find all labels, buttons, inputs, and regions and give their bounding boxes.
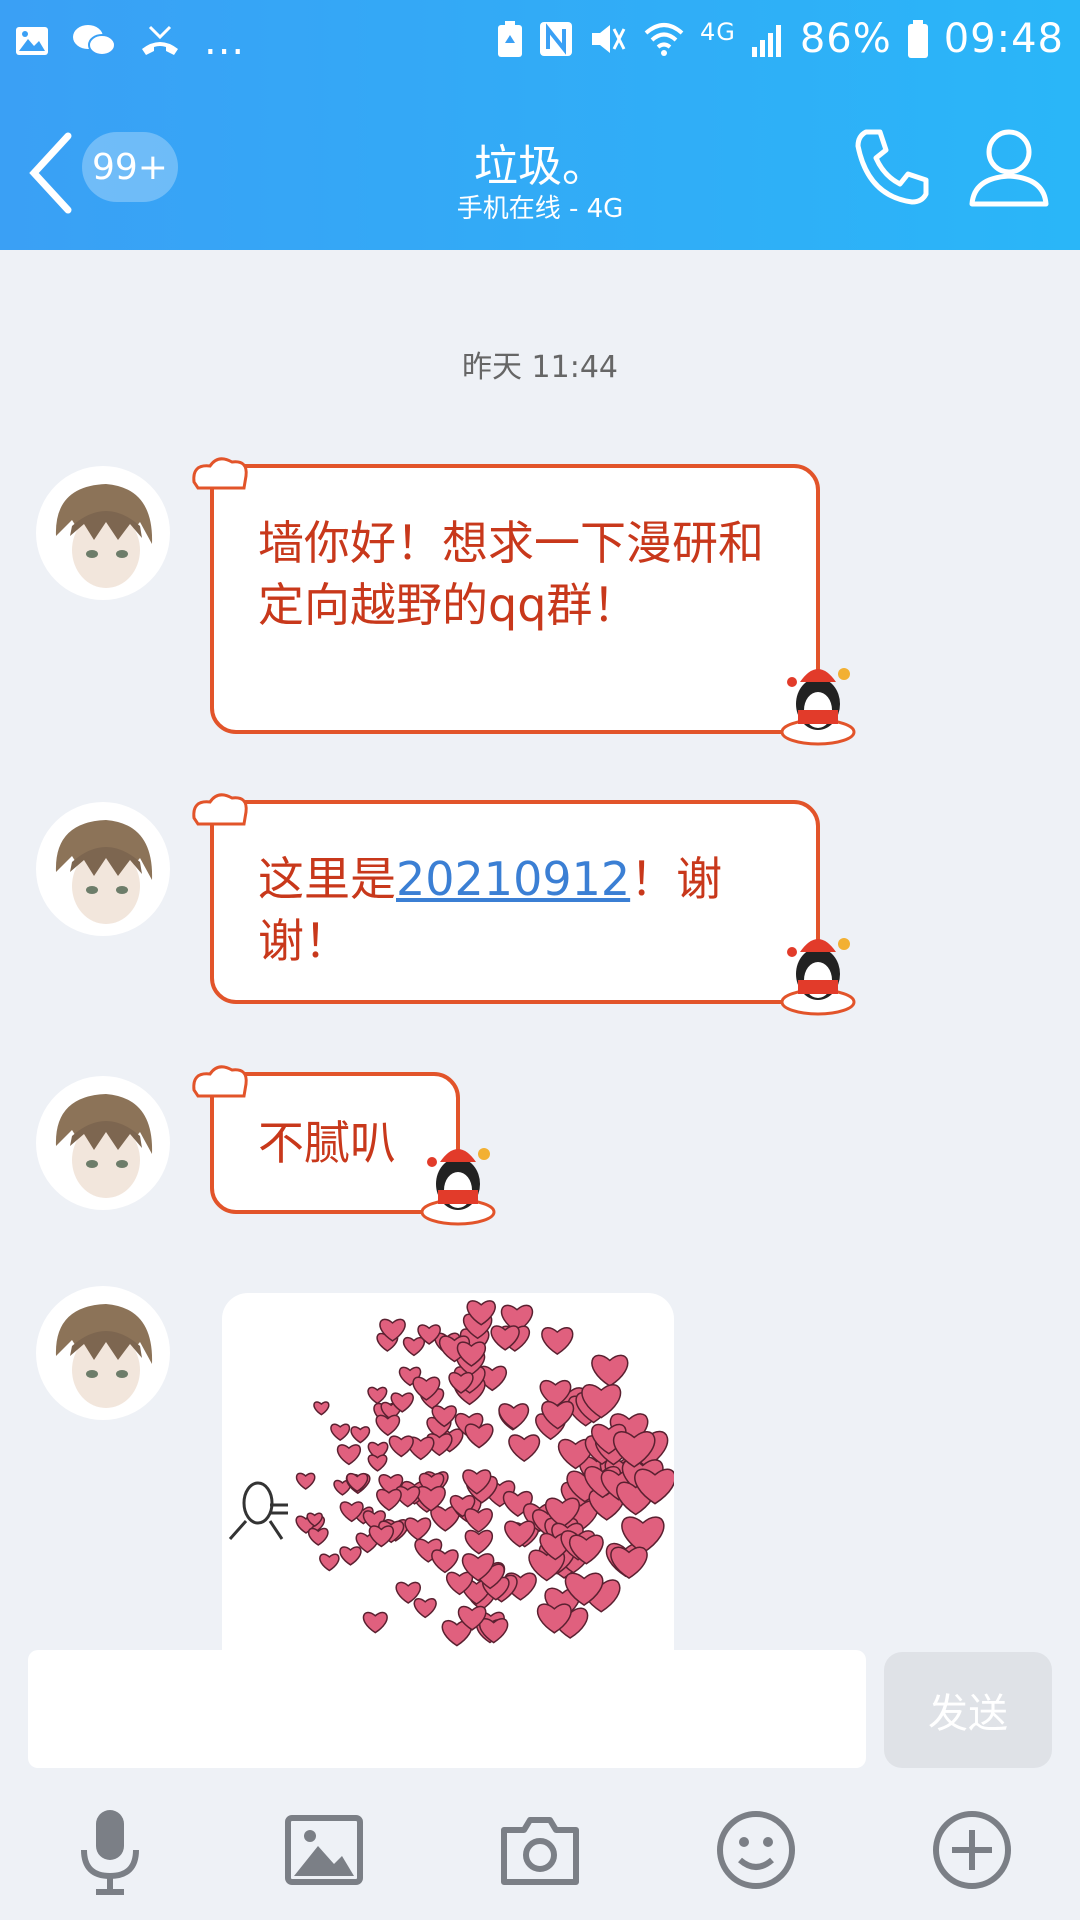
image-message[interactable] <box>222 1293 674 1650</box>
emoji-icon[interactable] <box>706 1800 806 1900</box>
avatar[interactable] <box>36 1076 170 1210</box>
heart-icon <box>362 1611 388 1634</box>
message-input[interactable] <box>28 1650 866 1768</box>
network-type: 4G <box>699 18 736 46</box>
battery-icon <box>907 20 928 58</box>
heart-icon <box>508 1434 541 1462</box>
anime-avatar-icon <box>55 1094 153 1198</box>
wifi-icon <box>644 23 684 56</box>
stick-figure <box>228 1481 288 1540</box>
status-time: 09:48 <box>943 16 1064 62</box>
chat-header: ... 4G 86% 09:48 99+ 垃圾。 手机在线 - 4G <box>0 0 1080 250</box>
avatar[interactable] <box>36 1286 170 1420</box>
penguin-sticker-icon <box>780 938 856 1016</box>
send-button[interactable]: 发送 <box>884 1652 1052 1768</box>
heart-icon <box>404 1517 432 1541</box>
heart-icon <box>376 1488 402 1512</box>
heart-icon <box>319 1553 340 1572</box>
nfc-icon <box>539 22 572 56</box>
cloud-ear-icon <box>192 1065 248 1098</box>
avatar[interactable] <box>36 466 170 600</box>
heart-icon <box>431 1549 459 1574</box>
message-text: 墙你好！想求一下漫研和定向越野的qq群！ <box>258 516 764 632</box>
heart-icon <box>336 1444 361 1466</box>
heart-icon <box>330 1423 351 1441</box>
microphone-icon[interactable] <box>60 1800 160 1900</box>
hearts-sticker-icon <box>228 1300 674 1647</box>
message-timestamp: 昨天 11:44 <box>462 350 618 385</box>
heart-icon <box>339 1546 362 1566</box>
heart-icon <box>498 1403 530 1430</box>
gallery-icon <box>16 27 48 55</box>
plus-icon[interactable] <box>922 1800 1022 1900</box>
message-text-before-link: 这里是 <box>258 852 396 906</box>
chat-area[interactable]: 昨天 11:44 墙你好！想求一下漫研和定向越野的qq群！ 这里是2021091… <box>0 250 1080 1650</box>
anime-avatar-icon <box>55 1304 153 1408</box>
heart-icon <box>402 1336 425 1357</box>
message-link[interactable]: 20210912 <box>396 852 630 906</box>
input-area: 发送 <box>0 1650 1080 1920</box>
penguin-sticker-icon <box>780 668 856 746</box>
person-icon[interactable] <box>964 122 1054 212</box>
signal-icon <box>751 25 781 57</box>
heart-icon <box>413 1598 437 1619</box>
heart-icon <box>610 1546 648 1580</box>
cloud-ear-icon <box>192 457 248 490</box>
phone-icon[interactable] <box>846 122 936 212</box>
status-right-icons: 4G 86% 09:48 <box>496 16 1064 62</box>
heart-icon <box>313 1401 330 1416</box>
heart-icon <box>479 1618 509 1644</box>
penguin-sticker-icon <box>420 1148 496 1226</box>
heart-icon <box>367 1386 388 1405</box>
message-bubble[interactable]: 不腻叭 <box>192 1065 496 1226</box>
missed-call-icon <box>142 25 178 55</box>
status-more-indicator: ... <box>204 18 246 64</box>
message-bubble[interactable]: 这里是20210912！谢谢！ <box>192 793 856 1016</box>
battery-saver-icon <box>497 21 522 57</box>
input-toolbar <box>0 1800 1080 1910</box>
heart-icon <box>308 1527 329 1546</box>
heart-icon <box>464 1529 493 1555</box>
heart-icon <box>591 1354 629 1387</box>
mute-icon <box>591 25 626 53</box>
camera-icon[interactable] <box>490 1800 590 1900</box>
heart-icon <box>367 1454 388 1472</box>
nav-bar: 99+ 垃圾。 手机在线 - 4G <box>0 100 1080 250</box>
heart-icon <box>350 1426 371 1444</box>
message-text: 不腻叭 <box>258 1116 396 1170</box>
wechat-icon <box>73 25 116 56</box>
avatar[interactable] <box>36 802 170 936</box>
status-left-icons: ... <box>14 18 245 64</box>
anime-avatar-icon <box>55 820 153 924</box>
heart-icon <box>541 1326 574 1355</box>
heart-icon <box>464 1508 493 1533</box>
heart-icon <box>388 1435 414 1458</box>
image-icon[interactable] <box>274 1800 374 1900</box>
message-bubble[interactable]: 墙你好！想求一下漫研和定向越野的qq群！ <box>192 457 856 746</box>
status-bar: ... 4G 86% 09:48 <box>0 0 1080 90</box>
cloud-ear-icon <box>192 793 248 826</box>
heart-icon <box>295 1472 316 1490</box>
battery-percent: 86% <box>799 16 892 62</box>
heart-icon <box>464 1423 494 1449</box>
anime-avatar-icon <box>55 484 153 588</box>
heart-icon <box>375 1414 400 1437</box>
